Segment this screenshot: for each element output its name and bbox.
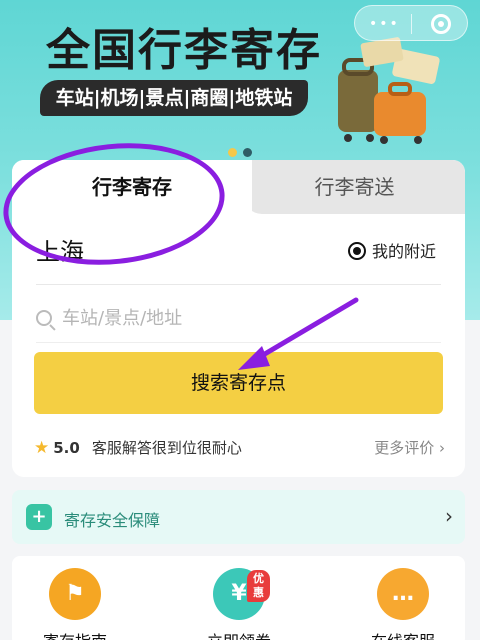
rating-comment: 客服解答很到位很耐心 — [91, 439, 242, 457]
signpost-icon: ⚑ — [49, 568, 101, 620]
more-menu-icon[interactable]: ••• — [369, 17, 400, 31]
banner-title: 全国行李寄存 — [46, 25, 322, 76]
safety-guarantee-bar[interactable]: + 寄存安全保障 › — [12, 490, 465, 544]
search-icon — [36, 310, 52, 326]
rating-summary: ★ 5.0 客服解答很到位很耐心 — [34, 437, 242, 458]
close-miniprogram-icon[interactable] — [431, 14, 451, 34]
search-input[interactable]: 车站/景点/地址 — [36, 304, 182, 330]
service-chat[interactable]: … 在线客服 — [348, 568, 458, 640]
carousel-dot[interactable] — [243, 148, 252, 157]
star-icon: ★ — [34, 438, 50, 458]
banner-subtitle: 车站|机场|景点|商圈|地铁站 — [40, 80, 308, 116]
shield-plus-icon: + — [26, 504, 52, 530]
carousel-dot-active[interactable] — [228, 148, 237, 157]
service-coupon[interactable]: ¥ 优惠 立即领券 — [184, 568, 294, 640]
coupon-icon: ¥ 优惠 — [213, 568, 270, 620]
service-shortcuts: ⚑ 寄存指南 ¥ 优惠 立即领券 … 在线客服 — [12, 556, 465, 640]
service-label: 寄存指南 — [20, 628, 130, 640]
service-guide[interactable]: ⚑ 寄存指南 — [20, 568, 130, 640]
capsule-divider — [411, 14, 412, 34]
divider — [36, 284, 441, 285]
divider — [36, 342, 441, 343]
more-reviews-link[interactable]: 更多评价 › — [374, 437, 445, 458]
chevron-right-icon: › — [445, 504, 453, 528]
tab-luggage-delivery[interactable]: 行李寄送 — [244, 160, 465, 214]
luggage-illustration — [338, 37, 440, 144]
nearby-label: 我的附近 — [372, 242, 437, 261]
rating-score: 5.0 — [53, 439, 80, 457]
service-label: 在线客服 — [348, 628, 458, 640]
safety-label: 寄存安全保障 — [64, 511, 161, 530]
discount-badge: 优惠 — [247, 570, 270, 602]
chat-icon: … — [377, 568, 429, 620]
miniprogram-capsule: ••• — [354, 5, 468, 41]
search-storage-button[interactable]: 搜索寄存点 — [34, 352, 443, 414]
search-placeholder: 车站/景点/地址 — [62, 308, 183, 329]
nearby-button[interactable]: 我的附近 — [348, 238, 436, 262]
carousel-dots — [228, 142, 258, 161]
location-target-icon — [348, 242, 366, 260]
service-label: 立即领券 — [184, 628, 294, 640]
